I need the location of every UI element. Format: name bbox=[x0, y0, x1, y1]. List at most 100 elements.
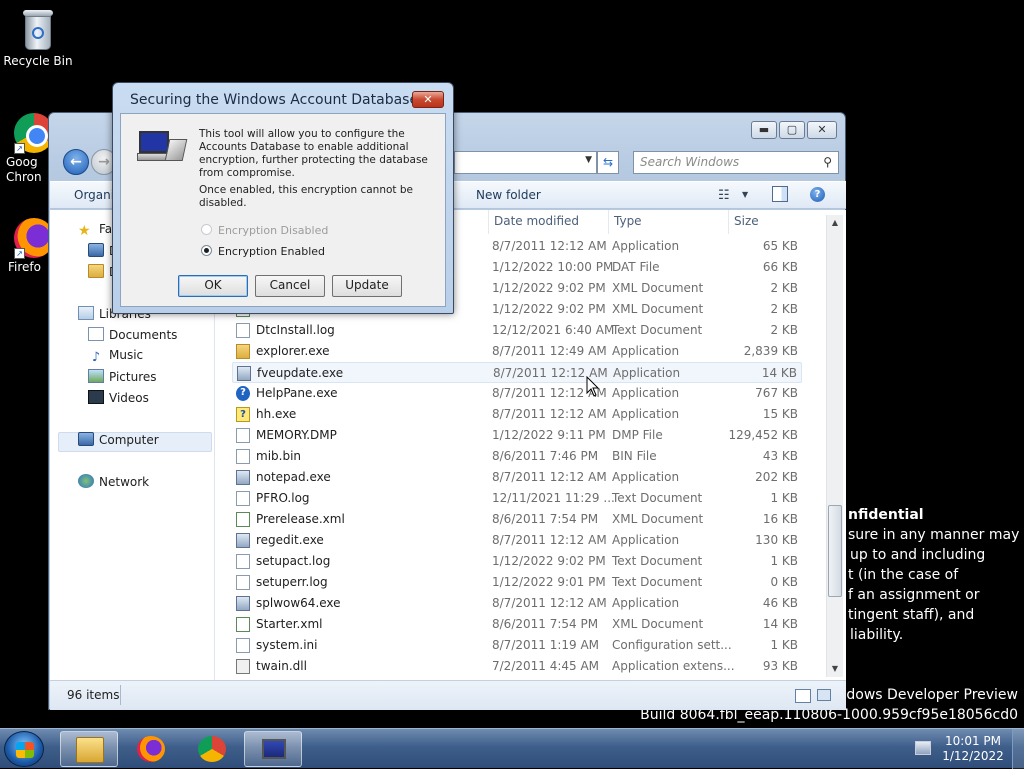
chevron-down-icon[interactable]: ▼ bbox=[585, 155, 592, 165]
file-size: 14 KB bbox=[761, 366, 797, 380]
nav-documents[interactable]: Documents bbox=[88, 327, 177, 342]
text-file-icon bbox=[236, 449, 250, 464]
back-arrow-icon: ← bbox=[70, 154, 82, 170]
file-row[interactable]: ? hh.exe 8/7/2011 12:12 AM Application 15 KB bbox=[232, 404, 802, 425]
file-row[interactable]: twain.dll 7/2/2011 4:45 AM Application ext… bbox=[232, 656, 802, 677]
cancel-button[interactable]: Cancel bbox=[255, 275, 325, 297]
file-row[interactable]: setupact.log 1/12/2022 9:02 PM Text Docume… bbox=[232, 551, 802, 572]
file-type: Application bbox=[612, 407, 680, 421]
preview-pane-icon[interactable] bbox=[772, 186, 788, 202]
details-view-icon[interactable] bbox=[795, 689, 811, 703]
taskbar-firefox-button[interactable] bbox=[122, 731, 180, 767]
file-date: 8/7/2011 12:49 AM bbox=[492, 344, 607, 358]
nav-pictures[interactable]: Pictures bbox=[88, 369, 157, 384]
file-type: Application bbox=[612, 596, 680, 610]
scroll-up-icon[interactable]: ▲ bbox=[827, 215, 843, 231]
nav-videos[interactable]: Videos bbox=[88, 390, 149, 405]
confidential-line: up to and including bbox=[850, 547, 986, 563]
column-separator bbox=[728, 210, 729, 234]
file-row[interactable]: PFRO.log 12/11/2021 11:29 ... Text Documen… bbox=[232, 488, 802, 509]
taskbar-explorer-button[interactable] bbox=[60, 731, 118, 767]
computer-icon bbox=[78, 432, 94, 446]
vertical-scrollbar[interactable]: ▲ ▼ bbox=[826, 215, 843, 677]
clock-time: 10:01 PM bbox=[945, 734, 1001, 748]
file-type: Text Document bbox=[612, 575, 703, 589]
file-row[interactable]: fveupdate.exe 8/7/2011 12:12 AM Applicatio… bbox=[232, 362, 802, 383]
refresh-button[interactable]: ⇆ bbox=[597, 151, 619, 174]
scrollbar-thumb[interactable] bbox=[828, 505, 842, 597]
file-date: 1/12/2022 9:02 PM bbox=[492, 554, 606, 568]
file-row[interactable]: system.ini 8/7/2011 1:19 AM Configuration … bbox=[232, 635, 802, 656]
file-row[interactable]: ? HelpPane.exe 8/7/2011 12:12 AM Applicatio… bbox=[232, 383, 802, 404]
file-row[interactable]: Prerelease.xml 8/6/2011 7:54 PM XML Docume… bbox=[232, 509, 802, 530]
file-type: Application bbox=[612, 239, 680, 253]
maximize-button[interactable]: ▢ bbox=[779, 121, 805, 139]
confidential-line: liability. bbox=[850, 627, 904, 643]
search-input[interactable]: Search Windows ⚲ bbox=[633, 151, 839, 174]
nav-label: Music bbox=[109, 348, 144, 362]
folder-icon bbox=[76, 737, 104, 763]
file-size: 1 KB bbox=[770, 638, 798, 652]
file-row[interactable]: DtcInstall.log 12/12/2021 6:40 AM Text Doc… bbox=[232, 320, 802, 341]
file-row[interactable]: setuperr.log 1/12/2022 9:01 PM Text Docume… bbox=[232, 572, 802, 593]
file-name: Prerelease.xml bbox=[256, 512, 345, 526]
change-view-icon[interactable]: ☷ bbox=[718, 188, 730, 203]
show-desktop-button[interactable] bbox=[1012, 729, 1024, 769]
column-header-type[interactable]: Type bbox=[614, 214, 642, 228]
downloads-folder-icon bbox=[88, 264, 104, 278]
action-center-icon[interactable] bbox=[915, 741, 931, 755]
file-type: Application bbox=[612, 470, 680, 484]
column-header-date[interactable]: Date modified bbox=[494, 214, 579, 228]
view-dropdown-icon[interactable]: ▼ bbox=[742, 190, 748, 199]
nav-music[interactable]: ♪ Music bbox=[88, 348, 143, 365]
back-button[interactable]: ← bbox=[63, 149, 89, 175]
file-size: 43 KB bbox=[762, 449, 798, 463]
search-placeholder: Search Windows bbox=[640, 155, 740, 169]
taskbar-chrome-button[interactable] bbox=[183, 731, 241, 767]
forward-arrow-icon: → bbox=[98, 154, 110, 170]
help-icon[interactable]: ? bbox=[810, 187, 825, 202]
ok-button[interactable]: OK bbox=[178, 275, 248, 297]
xml-file-icon bbox=[236, 617, 250, 632]
large-icons-view-icon[interactable] bbox=[817, 689, 831, 701]
file-type: XML Document bbox=[612, 302, 704, 316]
column-header-size[interactable]: Size bbox=[734, 214, 759, 228]
nav-label: Documents bbox=[109, 328, 178, 342]
file-size: 93 KB bbox=[762, 659, 798, 673]
file-name: setupact.log bbox=[256, 554, 331, 568]
radio-encryption-disabled[interactable]: Encryption Disabled bbox=[201, 224, 328, 237]
taskbar-clock[interactable]: 10:01 PM 1/12/2022 bbox=[942, 734, 1004, 764]
desktop-icon-firefox[interactable]: ↗ Firefo bbox=[0, 218, 48, 275]
nav-computer[interactable]: Computer bbox=[78, 432, 159, 447]
start-button[interactable] bbox=[4, 731, 44, 767]
file-row[interactable]: notepad.exe 8/7/2011 12:12 AM Application 2… bbox=[232, 467, 802, 488]
status-bar: 96 items bbox=[50, 680, 846, 710]
file-row[interactable]: regedit.exe 8/7/2011 12:12 AM Application 1… bbox=[232, 530, 802, 551]
file-type: Configuration sett... bbox=[612, 638, 732, 652]
nav-network[interactable]: Network bbox=[78, 474, 149, 489]
file-name: system.ini bbox=[256, 638, 318, 652]
file-size: 14 KB bbox=[762, 617, 798, 631]
minimize-button[interactable]: ▬ bbox=[751, 121, 777, 139]
search-icon[interactable]: ⚲ bbox=[823, 155, 832, 169]
desktop-icon-label: Recycle Bin bbox=[3, 54, 73, 68]
close-button[interactable]: ✕ bbox=[807, 121, 837, 139]
file-name: explorer.exe bbox=[256, 344, 330, 358]
radio-encryption-enabled[interactable]: Encryption Enabled bbox=[201, 245, 325, 258]
new-folder-button[interactable]: New folder bbox=[476, 188, 541, 202]
file-row[interactable]: splwow64.exe 8/7/2011 12:12 AM Application… bbox=[232, 593, 802, 614]
taskbar-syskey-button[interactable] bbox=[244, 731, 302, 767]
file-row[interactable]: explorer.exe 8/7/2011 12:49 AM Application… bbox=[232, 341, 802, 362]
file-row[interactable]: MEMORY.DMP 1/12/2022 9:11 PM DMP File 129,4… bbox=[232, 425, 802, 446]
dialog-close-button[interactable]: ✕ bbox=[412, 91, 444, 108]
application-icon bbox=[237, 366, 251, 381]
scroll-down-icon[interactable]: ▼ bbox=[827, 661, 843, 677]
radio-label: Encryption Enabled bbox=[218, 245, 326, 258]
address-bar[interactable]: ▼ bbox=[454, 151, 597, 174]
file-row[interactable]: mib.bin 8/6/2011 7:46 PM BIN File 43 KB bbox=[232, 446, 802, 467]
file-size: 46 KB bbox=[762, 596, 798, 610]
update-button[interactable]: Update bbox=[332, 275, 402, 297]
file-row[interactable]: Starter.xml 8/6/2011 7:54 PM XML Document 1… bbox=[232, 614, 802, 635]
securing-account-database-dialog[interactable]: Securing the Windows Account Database ✕ … bbox=[112, 82, 454, 314]
desktop-icon-recycle-bin[interactable]: Recycle Bin bbox=[0, 8, 76, 69]
